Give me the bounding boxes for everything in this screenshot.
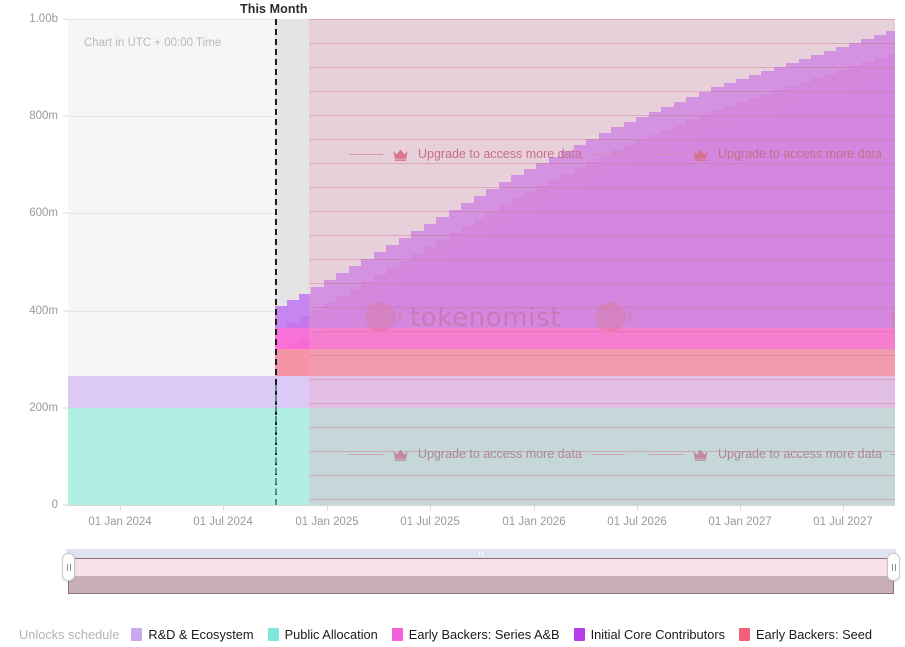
x-axis-line	[68, 505, 895, 506]
legend-item-label: Public Allocation	[284, 627, 378, 642]
x-tick-label: 01 Jul 2027	[813, 516, 873, 528]
crown-icon	[393, 449, 408, 461]
x-tick-mark	[637, 505, 638, 511]
brush-rail[interactable]	[66, 549, 896, 558]
unlocks-schedule-chart-widget: This Month 1.00b 800m 600m 400m 200m 0 C…	[0, 0, 905, 647]
x-tick-label: 01 Jul 2026	[607, 516, 667, 528]
y-tick-label: 200m	[29, 401, 58, 414]
cta-rule	[590, 453, 625, 455]
legend: Unlocks schedule R&D & Ecosystem Public …	[0, 622, 905, 647]
legend-swatch-icon	[391, 628, 403, 641]
upgrade-cta-label: Upgrade to access more data	[418, 147, 582, 161]
x-tick-mark	[740, 505, 741, 511]
legend-item-public-allocation[interactable]: Public Allocation	[267, 627, 378, 642]
stacked-area-series	[68, 19, 895, 505]
cta-rule	[590, 153, 625, 155]
range-end-handle[interactable]	[887, 553, 900, 581]
upgrade-cta[interactable]: Upgrade to access more data	[649, 447, 895, 461]
x-tick-mark	[430, 505, 431, 511]
upgrade-cta-label: Upgrade to access more data	[718, 147, 882, 161]
brush-rail-grip[interactable]	[472, 550, 490, 557]
x-tick-label: 01 Jan 2027	[708, 516, 772, 528]
legend-item-rd-ecosystem[interactable]: R&D & Ecosystem	[131, 627, 254, 642]
legend-title: Unlocks schedule	[19, 627, 120, 642]
legend-item-early-backers-series-ab[interactable]: Early Backers: Series A&B	[391, 627, 560, 642]
x-axis: 01 Jan 2024 01 Jul 2024 01 Jan 2025 01 J…	[0, 505, 905, 545]
y-tick-label: 400m	[29, 304, 58, 317]
cta-rule	[349, 153, 383, 155]
utc-note: Chart in UTC + 00:00 Time	[84, 37, 222, 49]
this-month-marker-line-lower	[275, 385, 277, 505]
upgrade-cta[interactable]: Upgrade to access more data	[649, 147, 895, 161]
x-tick-label: 01 Jul 2024	[193, 516, 253, 528]
upgrade-cta[interactable]: Upgrade to access more data	[349, 447, 625, 461]
crown-icon	[693, 449, 708, 461]
range-start-handle[interactable]	[62, 553, 75, 581]
legend-item-label: R&D & Ecosystem	[148, 627, 254, 642]
x-tick-mark	[223, 505, 224, 511]
this-month-label: This Month	[240, 2, 308, 16]
upgrade-cta-label: Upgrade to access more data	[418, 447, 582, 461]
crown-icon	[393, 149, 408, 161]
cta-rule	[649, 153, 683, 155]
upgrade-cta[interactable]: Upgrade to access more data	[349, 147, 625, 161]
y-axis: 1.00b 800m 600m 400m 200m 0	[0, 13, 68, 511]
legend-swatch-icon	[267, 628, 279, 641]
brush-window[interactable]	[68, 558, 894, 594]
legend-item-initial-core-contributors[interactable]: Initial Core Contributors	[573, 627, 726, 642]
x-tick-mark	[843, 505, 844, 511]
legend-swatch-icon	[131, 628, 143, 641]
cta-rule	[890, 453, 895, 455]
x-tick-label: 01 Jan 2026	[502, 516, 566, 528]
x-tick-mark	[120, 505, 121, 511]
legend-item-early-backers-seed[interactable]: Early Backers: Seed	[739, 627, 872, 642]
legend-item-label: Early Backers: Seed	[756, 627, 872, 642]
legend-item-label: Initial Core Contributors	[590, 627, 726, 642]
x-tick-mark	[327, 505, 328, 511]
plot-area[interactable]: Chart in UTC + 00:00 Time tokenomist Upg…	[68, 19, 895, 505]
legend-swatch-icon	[573, 628, 585, 641]
cta-rule	[649, 453, 683, 455]
legend-swatch-icon	[739, 628, 751, 641]
cta-rule	[890, 153, 895, 155]
legend-item-label: Early Backers: Series A&B	[408, 627, 560, 642]
range-brush[interactable]	[62, 549, 900, 594]
y-tick-label: 800m	[29, 110, 58, 123]
x-tick-label: 01 Jan 2024	[88, 516, 152, 528]
crown-icon	[693, 149, 708, 161]
x-tick-label: 01 Jan 2025	[295, 516, 359, 528]
cta-rule	[349, 453, 383, 455]
x-tick-mark	[534, 505, 535, 511]
upgrade-cta-label: Upgrade to access more data	[718, 447, 882, 461]
y-tick-label: 600m	[29, 207, 58, 220]
y-tick-label: 1.00b	[29, 13, 58, 25]
x-tick-label: 01 Jul 2025	[400, 516, 460, 528]
